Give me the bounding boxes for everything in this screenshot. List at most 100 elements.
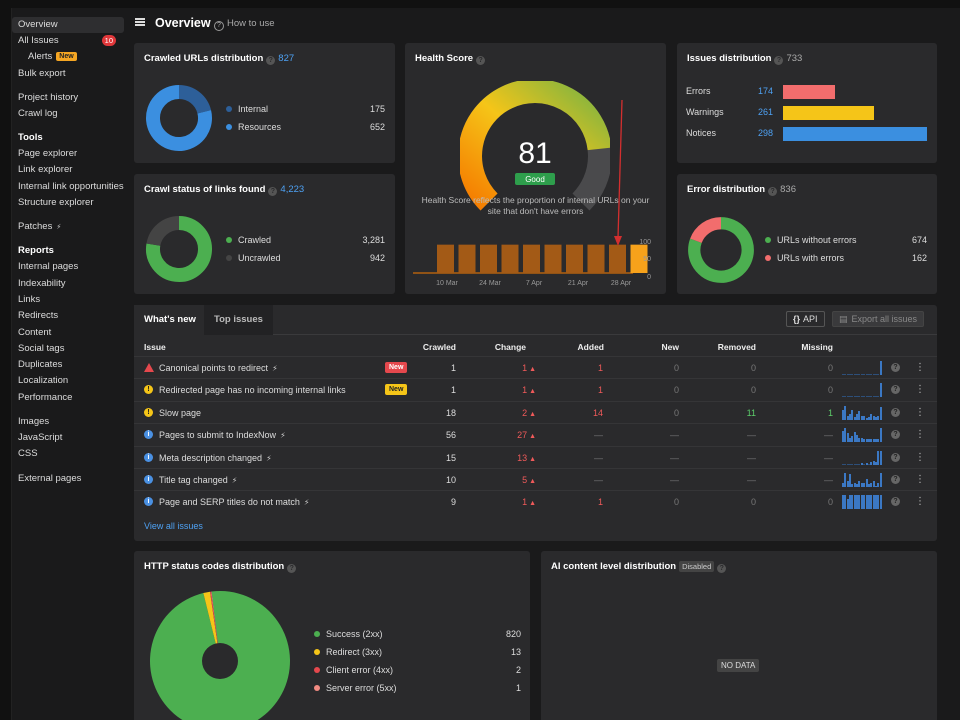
health-bar[interactable] (501, 244, 519, 273)
change-cell[interactable]: 1 ▲ (488, 497, 536, 507)
health-bar[interactable] (566, 244, 583, 273)
more-options-icon[interactable]: ⋮ (915, 383, 925, 397)
health-bar[interactable] (544, 244, 562, 273)
missing-cell[interactable]: — (793, 475, 833, 485)
legend-item[interactable]: Success (2xx) (314, 629, 383, 639)
how-to-use-link[interactable]: ? How to use (214, 18, 275, 31)
added-cell[interactable]: — (563, 475, 603, 485)
removed-cell[interactable]: — (716, 430, 756, 440)
issues-dist-value[interactable]: 261 (733, 107, 773, 117)
change-cell[interactable]: 1 ▲ (488, 385, 536, 395)
info-icon[interactable]: ? (266, 56, 276, 65)
api-button[interactable]: {} API (786, 311, 825, 327)
health-bar[interactable] (437, 244, 454, 273)
sidebar-item-external-pages[interactable]: External pages (12, 471, 124, 487)
donut-slice[interactable] (690, 217, 722, 244)
change-cell[interactable]: 1 ▲ (488, 363, 536, 373)
sidebar-item-structure-explorer[interactable]: Structure explorer (12, 195, 124, 211)
crawl-status-count[interactable]: 4,223 (280, 184, 304, 195)
sidebar-item-link-explorer[interactable]: Link explorer (12, 162, 124, 178)
issue-name[interactable]: Pages to submit to IndexNow ⚡ (159, 430, 286, 440)
change-cell[interactable]: 2 ▲ (488, 408, 536, 418)
sidebar-item-content[interactable]: Content (12, 325, 124, 341)
removed-cell[interactable]: 0 (716, 385, 756, 395)
added-cell[interactable]: 1 (563, 363, 603, 373)
help-icon[interactable]: ? (891, 385, 900, 395)
sidebar-item-overview[interactable]: Overview (12, 17, 124, 33)
removed-cell[interactable]: — (716, 453, 756, 463)
crawled-count[interactable]: 827 (278, 53, 294, 64)
issue-name[interactable]: Slow page (159, 408, 201, 418)
more-options-icon[interactable]: ⋮ (915, 495, 925, 509)
info-icon[interactable]: ? (774, 56, 784, 65)
info-icon[interactable]: ? (268, 187, 278, 196)
issues-dist-value[interactable]: 298 (733, 128, 773, 138)
sidebar-item-project-history[interactable]: Project history (12, 90, 124, 106)
sidebar-item-links[interactable]: Links (12, 292, 124, 308)
sidebar-item-css[interactable]: CSS (12, 446, 124, 462)
column-header[interactable]: Removed (716, 342, 756, 352)
legend-item[interactable]: Resources (226, 122, 281, 132)
crawled-cell[interactable]: 18 (416, 408, 456, 418)
table-row[interactable]: i Meta description changed ⚡ 15 13 ▲ — — — —? ⋮ (134, 445, 937, 469)
sidebar-item-performance[interactable]: Performance (12, 390, 124, 406)
info-icon[interactable]: ? (768, 187, 778, 196)
issue-name[interactable]: Page and SERP titles do not match ⚡ (159, 497, 310, 507)
info-icon[interactable]: ? (717, 564, 727, 573)
donut-slice[interactable] (146, 216, 180, 247)
crawled-cell[interactable]: 9 (416, 497, 456, 507)
column-header[interactable]: Missing (793, 342, 833, 352)
change-cell[interactable]: 5 ▲ (488, 475, 536, 485)
more-options-icon[interactable]: ⋮ (915, 406, 925, 420)
export-all-button[interactable]: ▤ Export all issues (832, 311, 925, 327)
legend-item[interactable]: Uncrawled (226, 253, 281, 263)
sidebar-item-javascript[interactable]: JavaScript (12, 430, 124, 446)
column-header[interactable]: Issue (144, 342, 224, 352)
legend-item[interactable]: Crawled (226, 235, 271, 245)
legend-item[interactable]: Internal (226, 104, 268, 114)
added-cell[interactable]: — (563, 453, 603, 463)
column-header[interactable]: Added (564, 342, 604, 352)
table-row[interactable]: i Title tag changed ⚡ 10 5 ▲ — — — —? ⋮ (134, 468, 937, 491)
sidebar-item-patches[interactable]: Patches ⚡ (12, 219, 124, 235)
legend-item[interactable]: Client error (4xx) (314, 665, 393, 675)
help-icon[interactable]: ? (891, 363, 900, 372)
removed-cell[interactable]: 0 (716, 497, 756, 507)
sidebar-item-page-explorer[interactable]: Page explorer (12, 146, 124, 162)
menu-icon[interactable] (135, 18, 145, 26)
missing-cell[interactable]: 0 (793, 385, 833, 395)
health-bar[interactable] (523, 244, 540, 273)
added-cell[interactable]: 1 (563, 497, 603, 507)
sidebar-item-images[interactable]: Images (12, 414, 124, 430)
table-row[interactable]: Canonical points to redirect ⚡ New 1 1 ▲ 1 0 0 0… (134, 356, 937, 379)
missing-cell[interactable]: — (793, 453, 833, 463)
health-bar[interactable] (609, 244, 626, 273)
issues-dist-bar[interactable] (783, 127, 927, 141)
legend-item[interactable]: Redirect (3xx) (314, 647, 382, 657)
legend-item[interactable]: URLs without errors (765, 235, 857, 245)
help-icon[interactable]: ? (891, 407, 900, 417)
more-options-icon[interactable]: ⋮ (915, 451, 925, 465)
column-header[interactable]: Change (486, 342, 526, 352)
added-cell[interactable]: — (563, 430, 603, 440)
info-icon[interactable]: ? (476, 56, 486, 65)
help-icon[interactable]: ? (891, 475, 900, 484)
crawled-cell[interactable]: 10 (416, 475, 456, 485)
more-options-icon[interactable]: ⋮ (915, 473, 925, 487)
new-cell[interactable]: 0 (639, 497, 679, 507)
crawled-cell[interactable]: 1 (416, 363, 456, 373)
tab-whats-new[interactable]: What's new (134, 305, 206, 335)
sidebar-item-internal-link-opportunities[interactable]: Internal link opportunities (12, 179, 124, 195)
health-bar[interactable] (587, 244, 605, 273)
table-row[interactable]: i Page and SERP titles do not match ⚡ 9 1 ▲ 1… (134, 490, 937, 513)
health-bar[interactable] (480, 244, 497, 273)
sidebar-item-localization[interactable]: Localization (12, 373, 124, 389)
missing-cell[interactable]: 0 (793, 363, 833, 373)
issues-dist-bar[interactable] (783, 106, 874, 120)
new-cell[interactable]: — (639, 430, 679, 440)
table-row[interactable]: i Pages to submit to IndexNow ⚡ 56 27 ▲ — — — —?… (134, 423, 937, 446)
legend-item[interactable]: Server error (5xx) (314, 683, 397, 693)
more-options-icon[interactable]: ⋮ (915, 361, 925, 375)
sidebar-item-redirects[interactable]: Redirects (12, 308, 124, 324)
sidebar-item-indexability[interactable]: Indexability (12, 276, 124, 292)
